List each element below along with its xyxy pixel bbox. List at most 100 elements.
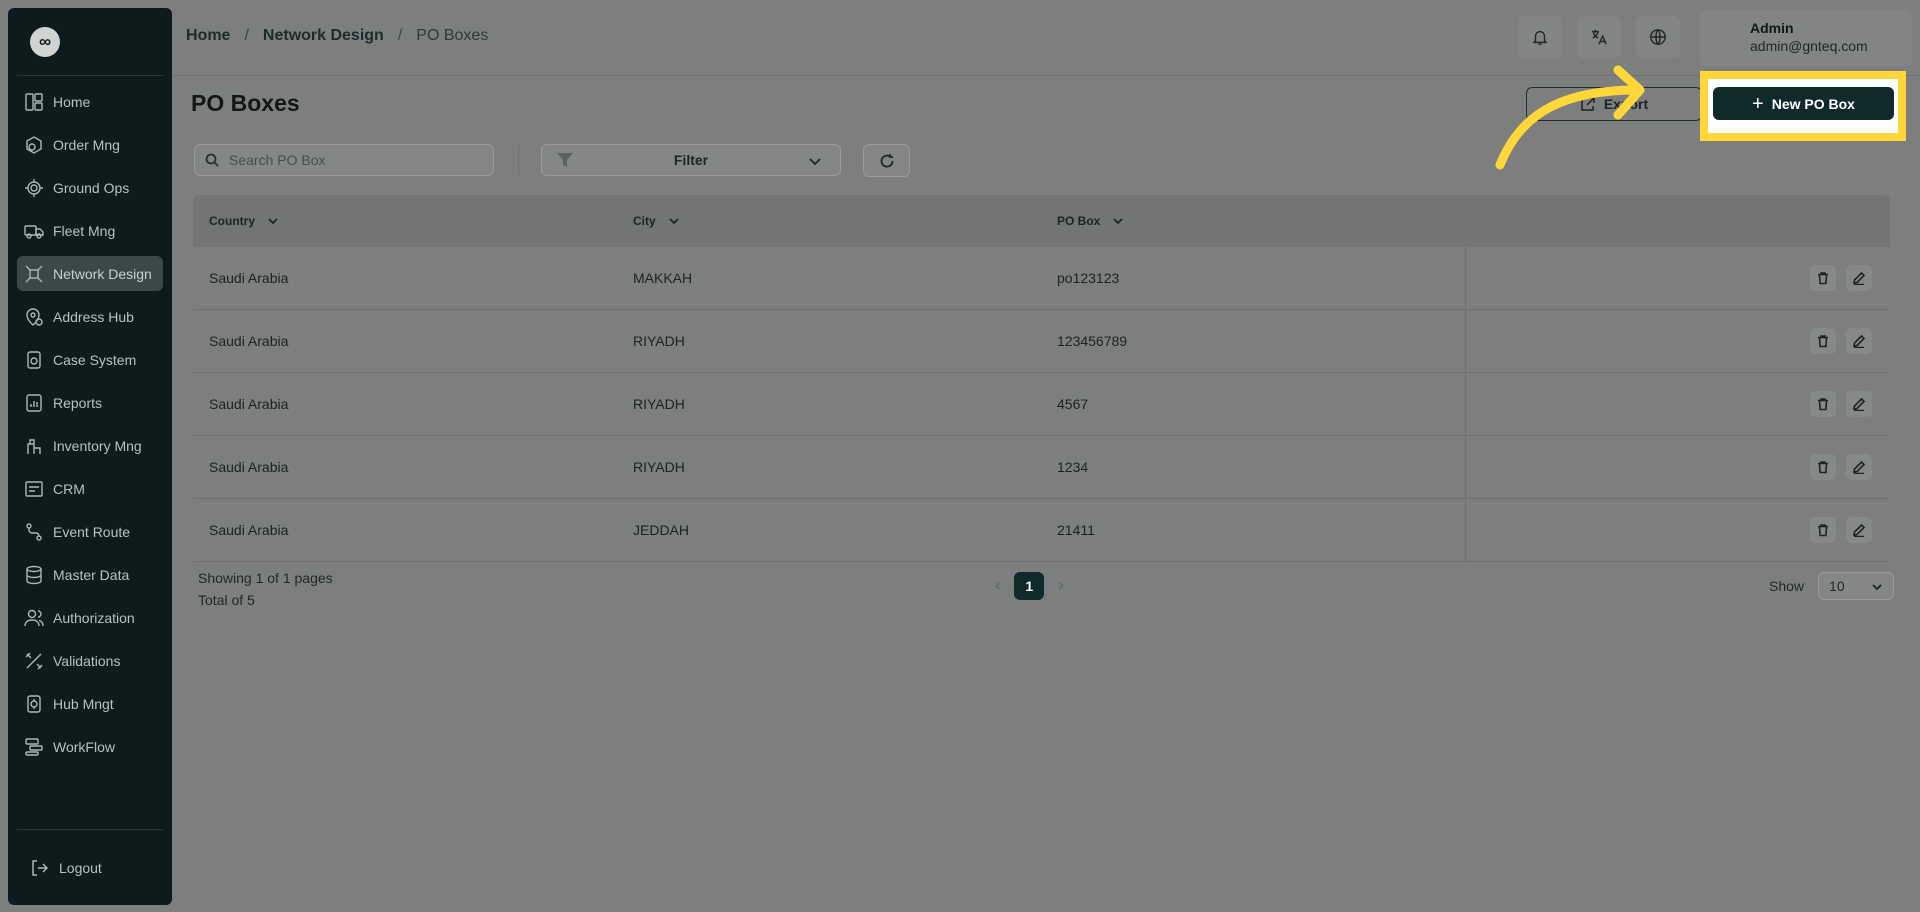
breadcrumb-home[interactable]: Home xyxy=(186,27,230,45)
chevron-down-icon xyxy=(1113,218,1123,225)
trash-icon xyxy=(1818,398,1828,411)
delete-button[interactable] xyxy=(1810,517,1836,543)
sidebar-item-home[interactable]: Home xyxy=(17,84,163,119)
pagination-info: Showing 1 of 1 pages Total of 5 xyxy=(198,567,333,611)
sidebar: ∞ Home Order Mng Ground Ops Fleet Mng Ne… xyxy=(8,8,172,905)
sidebar-item-label: Authorization xyxy=(53,609,135,626)
edit-button[interactable] xyxy=(1846,328,1872,354)
delete-button[interactable] xyxy=(1810,265,1836,291)
sidebar-item-label: Ground Ops xyxy=(53,179,130,196)
cell-city: MAKKAH xyxy=(633,270,693,286)
globe-icon xyxy=(1650,29,1666,45)
trash-icon xyxy=(1818,335,1828,348)
home-icon xyxy=(23,91,45,113)
trash-icon xyxy=(1818,272,1828,285)
sidebar-item-master-data[interactable]: Master Data xyxy=(17,557,163,592)
column-header-city[interactable]: City xyxy=(617,214,1041,228)
sidebar-item-ground-ops[interactable]: Ground Ops xyxy=(17,170,163,205)
order-icon xyxy=(23,134,45,156)
new-po-box-button[interactable]: + New PO Box xyxy=(1713,87,1894,120)
sidebar-item-event-route[interactable]: Event Route xyxy=(17,514,163,549)
page-number-button[interactable]: 1 xyxy=(1014,572,1045,600)
row-actions xyxy=(1465,310,1890,372)
filter-label: Filter xyxy=(673,152,709,168)
sidebar-item-case-system[interactable]: Case System xyxy=(17,342,163,377)
filter-dropdown[interactable]: Filter xyxy=(541,144,841,176)
table-row: Saudi Arabia RIYADH 1234 xyxy=(193,436,1890,499)
breadcrumb-network-design[interactable]: Network Design xyxy=(263,27,384,45)
sidebar-item-label: Reports xyxy=(53,394,103,411)
notifications-button[interactable] xyxy=(1518,16,1562,58)
breadcrumb: Home / Network Design / PO Boxes xyxy=(186,27,488,45)
sidebar-item-label: Event Route xyxy=(53,523,131,540)
route-icon xyxy=(23,521,45,543)
pencil-icon xyxy=(1853,271,1866,285)
inventory-icon xyxy=(23,435,45,457)
edit-button[interactable] xyxy=(1846,391,1872,417)
validations-icon xyxy=(23,650,45,672)
user-email: admin@gnteq.com xyxy=(1750,38,1868,54)
database-icon xyxy=(23,564,45,586)
row-actions xyxy=(1465,499,1890,561)
translate-button[interactable] xyxy=(1577,16,1621,58)
column-label: Country xyxy=(209,214,255,228)
user-menu[interactable]: Admin admin@gnteq.com xyxy=(1700,10,1912,66)
edit-button[interactable] xyxy=(1846,454,1872,480)
table-row: Saudi Arabia RIYADH 4567 xyxy=(193,373,1890,436)
logout-button[interactable]: Logout xyxy=(17,829,163,905)
sidebar-item-reports[interactable]: Reports xyxy=(17,385,163,420)
sidebar-item-hub-mngt[interactable]: Hub Mngt xyxy=(17,686,163,721)
column-header-country[interactable]: Country xyxy=(193,214,617,228)
pencil-icon xyxy=(1853,397,1866,411)
sidebar-item-address-hub[interactable]: Address Hub xyxy=(17,299,163,334)
truck-icon xyxy=(23,220,45,242)
sidebar-item-validations[interactable]: Validations xyxy=(17,643,163,678)
chevron-left-icon[interactable]: ‹ xyxy=(995,577,1000,595)
delete-button[interactable] xyxy=(1810,454,1836,480)
app-logo[interactable]: ∞ xyxy=(30,26,60,57)
page-size-select[interactable]: 10 xyxy=(1818,572,1895,600)
search-field[interactable] xyxy=(194,144,494,176)
cell-po-box: 4567 xyxy=(1057,396,1089,412)
search-icon xyxy=(205,153,219,167)
top-header: Home / Network Design / PO Boxes Admin a… xyxy=(172,0,1920,76)
page-size-value: 10 xyxy=(1829,578,1845,594)
search-input[interactable] xyxy=(229,152,469,168)
sidebar-item-label: Fleet Mng xyxy=(53,222,116,239)
pencil-icon xyxy=(1853,523,1866,537)
table-row: Saudi Arabia RIYADH 123456789 xyxy=(193,310,1890,373)
breadcrumb-separator: / xyxy=(397,27,403,44)
row-actions xyxy=(1465,247,1890,309)
hub-icon xyxy=(23,693,45,715)
row-actions xyxy=(1465,373,1890,435)
sidebar-item-inventory-mng[interactable]: Inventory Mng xyxy=(17,428,163,463)
refresh-icon xyxy=(880,153,893,167)
language-button[interactable] xyxy=(1636,16,1680,58)
cell-country: Saudi Arabia xyxy=(209,396,289,412)
toolbar-divider xyxy=(518,146,519,174)
table-row: Saudi Arabia JEDDAH 21411 xyxy=(193,499,1890,562)
breadcrumb-current: PO Boxes xyxy=(416,27,489,44)
sidebar-item-order-mng[interactable]: Order Mng xyxy=(17,127,163,162)
sidebar-item-network-design[interactable]: Network Design xyxy=(17,256,163,291)
cell-country: Saudi Arabia xyxy=(209,522,289,538)
column-header-po-box[interactable]: PO Box xyxy=(1041,214,1465,228)
edit-button[interactable] xyxy=(1846,517,1872,543)
total-count: Total of 5 xyxy=(198,592,255,608)
chevron-down-icon xyxy=(1872,584,1882,591)
delete-button[interactable] xyxy=(1810,391,1836,417)
cell-city: RIYADH xyxy=(633,459,685,475)
sidebar-item-fleet-mng[interactable]: Fleet Mng xyxy=(17,213,163,248)
sidebar-item-label: CRM xyxy=(53,480,85,497)
sidebar-item-crm[interactable]: CRM xyxy=(17,471,163,506)
pointer-arrow-icon xyxy=(1495,65,1645,170)
sidebar-item-workflow[interactable]: WorkFlow xyxy=(17,729,163,764)
edit-button[interactable] xyxy=(1846,265,1872,291)
po-box-table: Country City PO Box Saudi Arabia MAKKAH po… xyxy=(193,195,1890,562)
cell-city: RIYADH xyxy=(633,396,685,412)
delete-button[interactable] xyxy=(1810,328,1836,354)
sidebar-item-authorization[interactable]: Authorization xyxy=(17,600,163,635)
refresh-button[interactable] xyxy=(863,144,910,177)
pencil-icon xyxy=(1853,460,1866,474)
chevron-right-icon[interactable]: › xyxy=(1058,577,1063,595)
